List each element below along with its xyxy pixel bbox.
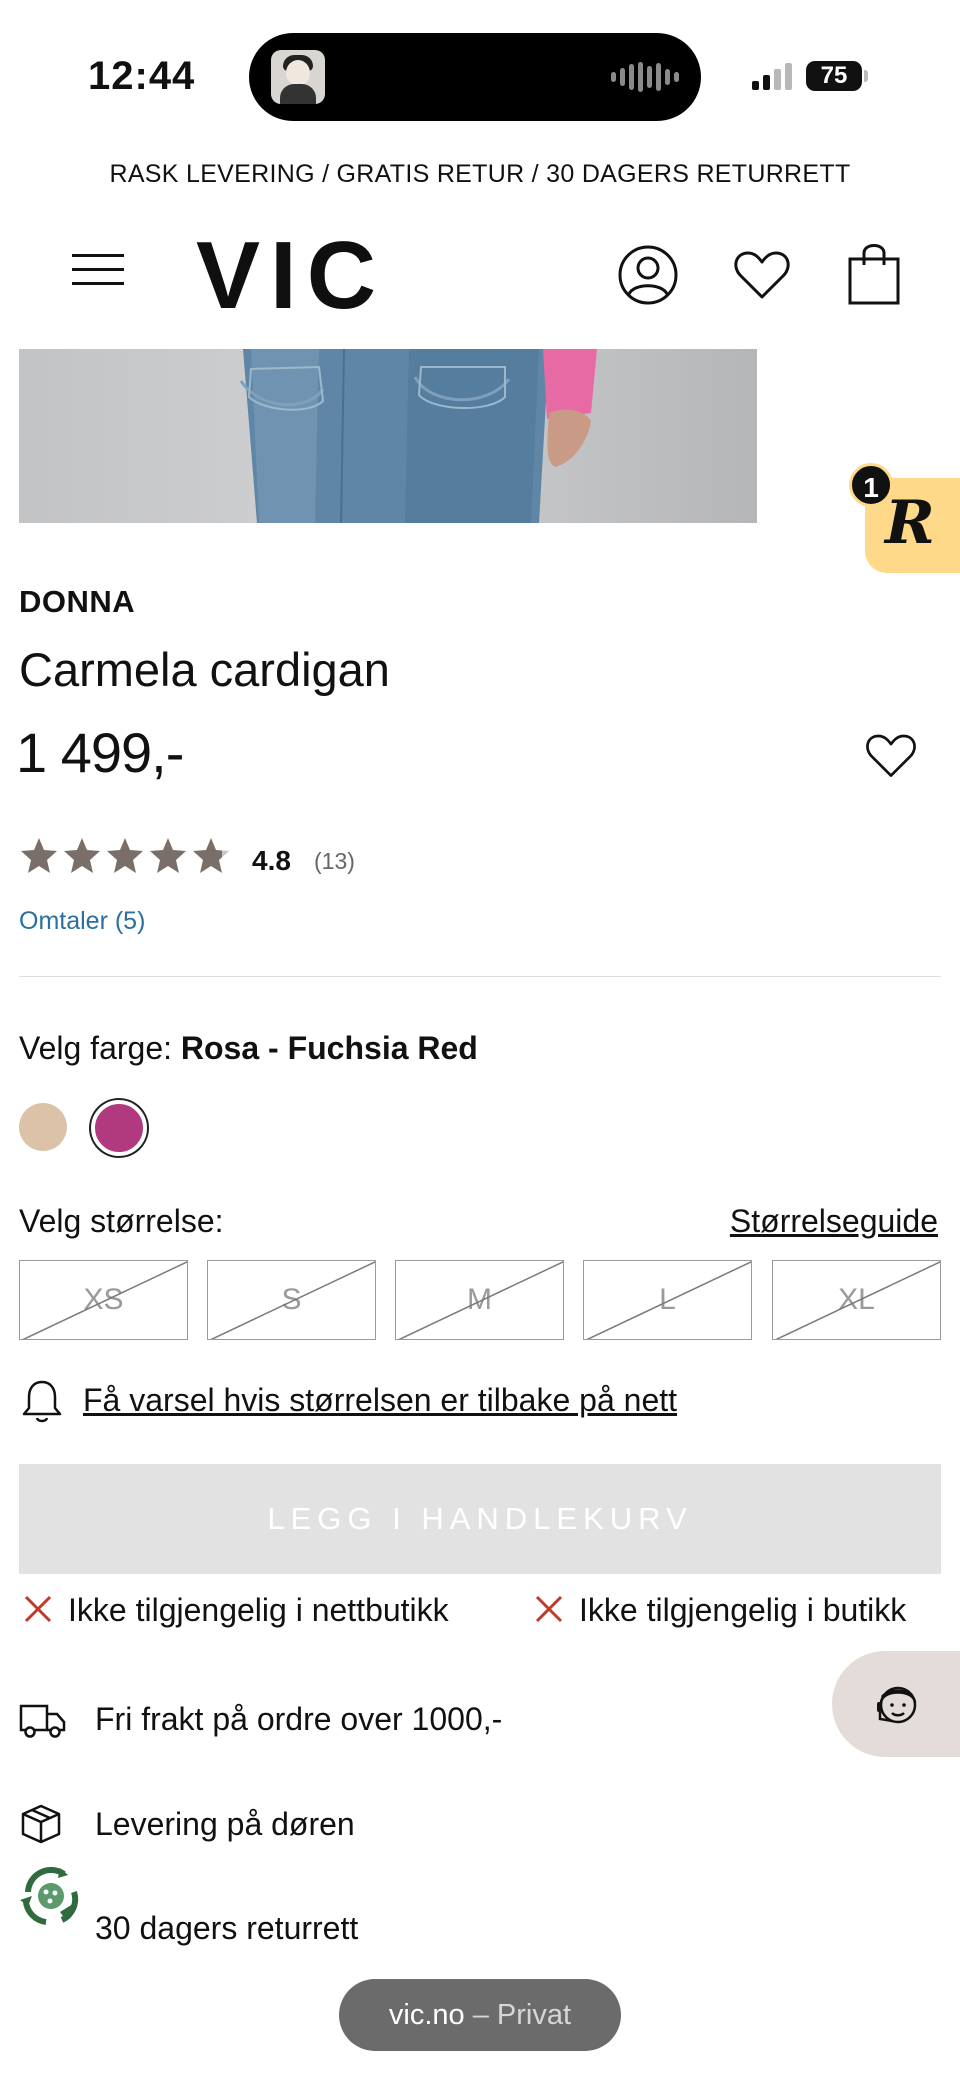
rating-stars bbox=[19, 836, 231, 876]
rating-count: (13) bbox=[314, 848, 355, 874]
selected-color-name: Rosa - Fuchsia Red bbox=[180, 1030, 478, 1066]
customer-service-chat-button[interactable] bbox=[832, 1651, 960, 1757]
color-swatch-beige[interactable] bbox=[19, 1103, 67, 1151]
brand-logo[interactable]: VIC bbox=[196, 228, 386, 324]
support-agent-icon bbox=[877, 1686, 917, 1724]
bell-icon bbox=[22, 1380, 62, 1423]
badge-count: 1 bbox=[849, 463, 893, 507]
browser-private-mode: – Privat bbox=[472, 1999, 572, 2031]
battery-tip bbox=[864, 70, 868, 82]
product-brand[interactable]: DONNA bbox=[19, 584, 135, 620]
store-availability-text: Ikke tilgjengelig i butikk bbox=[579, 1592, 907, 1628]
rating-value: 4.8 bbox=[252, 845, 291, 876]
close-icon bbox=[535, 1595, 563, 1623]
site-header: VIC bbox=[0, 225, 960, 335]
package-icon bbox=[21, 1804, 61, 1844]
sold-out-strike bbox=[586, 1261, 751, 1339]
star-icon bbox=[64, 838, 100, 873]
store-availability[interactable]: Ikke tilgjengelig i butikk bbox=[533, 1592, 906, 1629]
usp-home-delivery: Levering på døren bbox=[95, 1806, 355, 1842]
divider bbox=[19, 976, 941, 977]
sold-out-strike bbox=[398, 1261, 563, 1339]
promo-banner: RASK LEVERING / GRATIS RETUR / 30 DAGERS… bbox=[109, 160, 851, 188]
color-label: Velg farge: Rosa - Fuchsia Red bbox=[19, 1030, 478, 1067]
audio-waveform-icon bbox=[611, 61, 679, 93]
returns-cycle-icon bbox=[20, 1866, 79, 1925]
size-option-s[interactable]: S bbox=[207, 1260, 376, 1340]
size-option-xs[interactable]: XS bbox=[19, 1260, 188, 1340]
size-option-l[interactable]: L bbox=[583, 1260, 752, 1340]
product-image[interactable] bbox=[19, 349, 757, 523]
star-icon bbox=[107, 838, 143, 873]
usp-free-shipping: Fri frakt på ordre over 1000,- bbox=[95, 1701, 503, 1737]
star-icon bbox=[150, 838, 186, 873]
wishlist-icon[interactable] bbox=[730, 243, 794, 307]
status-time: 12:44 bbox=[88, 54, 196, 98]
product-title: Carmela cardigan bbox=[19, 643, 390, 696]
truck-icon bbox=[19, 1704, 66, 1738]
reviews-link[interactable]: Omtaler (5) bbox=[19, 907, 145, 936]
cellular-signal-icon bbox=[752, 62, 792, 90]
close-icon bbox=[24, 1595, 52, 1623]
browser-address-pill[interactable]: vic.no – Privat bbox=[339, 1979, 621, 2051]
sold-out-strike bbox=[775, 1261, 940, 1339]
size-guide-link[interactable]: Størrelseguide bbox=[730, 1203, 938, 1240]
dynamic-island[interactable] bbox=[249, 33, 701, 121]
size-label: Velg størrelse: bbox=[19, 1203, 224, 1239]
size-option-xl[interactable]: XL bbox=[772, 1260, 941, 1340]
star-icon bbox=[193, 838, 229, 873]
account-icon[interactable] bbox=[616, 243, 680, 307]
product-photo bbox=[239, 349, 597, 523]
menu-icon[interactable] bbox=[72, 250, 124, 290]
sold-out-strike bbox=[22, 1261, 187, 1339]
color-swatch-fuchsia-red[interactable] bbox=[91, 1100, 147, 1156]
badge-letter: R bbox=[885, 488, 935, 558]
status-bar: 12:44 75 bbox=[0, 0, 960, 150]
cart-icon[interactable] bbox=[842, 239, 906, 309]
browser-domain: vic.no bbox=[388, 1999, 465, 2031]
back-in-stock-notify-link[interactable]: Få varsel hvis størrelsen er tilbake på … bbox=[83, 1382, 677, 1419]
add-to-wishlist-heart-icon[interactable] bbox=[862, 727, 920, 781]
online-availability-text: Ikke tilgjengelig i nettbutikk bbox=[68, 1592, 449, 1628]
product-price: 1 499,- bbox=[16, 721, 184, 784]
add-to-cart-button[interactable]: LEGG I HANDLEKURV bbox=[19, 1464, 941, 1574]
battery-icon: 75 bbox=[806, 61, 862, 91]
now-playing-thumbnail bbox=[271, 50, 325, 104]
usp-30-day-returns: 30 dagers returrett bbox=[95, 1910, 359, 1946]
star-icon bbox=[21, 838, 57, 873]
online-availability: Ikke tilgjengelig i nettbutikk bbox=[22, 1592, 449, 1629]
color-label-prefix: Velg farge: bbox=[19, 1030, 172, 1066]
size-option-m[interactable]: M bbox=[395, 1260, 564, 1340]
sold-out-strike bbox=[210, 1261, 375, 1339]
